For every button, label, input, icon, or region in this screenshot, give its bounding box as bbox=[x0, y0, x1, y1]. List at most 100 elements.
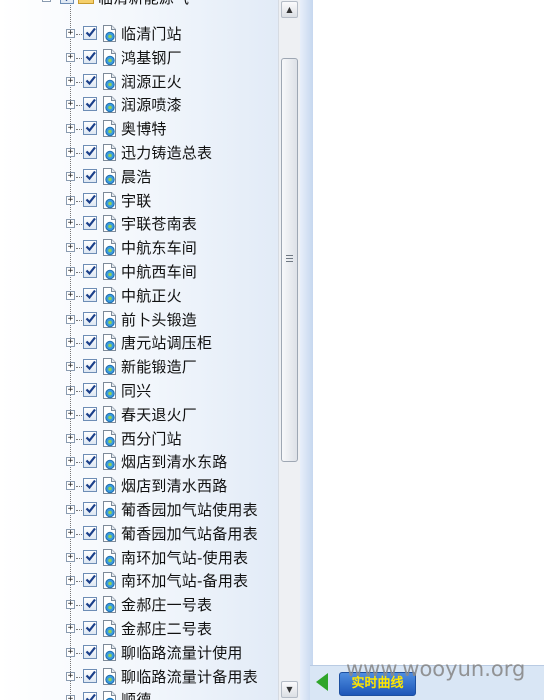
node-checkbox[interactable] bbox=[83, 430, 97, 445]
node-checkbox[interactable] bbox=[83, 406, 97, 421]
tree-item[interactable]: + 临清门站 bbox=[0, 22, 280, 46]
tree-item[interactable]: + 南环加气站-使用表 bbox=[0, 546, 280, 570]
vertical-scrollbar[interactable]: ▲ ▼ bbox=[278, 0, 300, 700]
tree-connector bbox=[76, 605, 82, 607]
expand-icon[interactable]: + bbox=[66, 195, 75, 205]
node-checkbox[interactable] bbox=[83, 621, 97, 635]
tree-item[interactable]: + 中航东车间 bbox=[0, 236, 280, 260]
node-checkbox[interactable] bbox=[83, 644, 97, 659]
tree-item[interactable]: + 中航正火 bbox=[0, 284, 280, 308]
expand-icon[interactable]: + bbox=[66, 29, 75, 38]
expand-icon[interactable]: + bbox=[66, 338, 75, 348]
scroll-thumb[interactable] bbox=[281, 58, 298, 462]
tree-item[interactable]: + 迅力铸造总表 bbox=[0, 141, 280, 165]
tree-item[interactable]: + 顺德 bbox=[0, 688, 280, 700]
scroll-up-button[interactable]: ▲ bbox=[281, 1, 298, 18]
node-checkbox[interactable] bbox=[83, 240, 97, 255]
node-checkbox[interactable] bbox=[83, 597, 97, 612]
node-checkbox[interactable] bbox=[83, 549, 97, 564]
tree-item[interactable]: + 宇联苍南表 bbox=[0, 212, 280, 236]
tree-item[interactable]: + 南环加气站-备用表 bbox=[0, 569, 280, 593]
tree-item[interactable]: + 烟店到清水西路 bbox=[0, 474, 280, 498]
tree-item[interactable]: + 金郝庄一号表 bbox=[0, 593, 280, 617]
expand-icon[interactable]: + bbox=[66, 362, 75, 372]
expand-icon[interactable]: + bbox=[66, 52, 75, 62]
expand-icon[interactable]: + bbox=[66, 600, 75, 610]
tree-item[interactable]: + 金郝庄二号表 bbox=[0, 617, 280, 641]
tree-item[interactable]: + 聊临路流量计备用表 bbox=[0, 665, 280, 689]
expand-icon[interactable]: + bbox=[66, 219, 75, 229]
tree-item-label: 奥博特 bbox=[121, 120, 167, 139]
node-checkbox[interactable] bbox=[83, 668, 97, 683]
expand-icon[interactable]: + bbox=[66, 457, 75, 467]
expand-icon[interactable]: + bbox=[66, 624, 75, 633]
expand-icon[interactable]: + bbox=[66, 290, 75, 300]
expand-icon[interactable]: + bbox=[66, 386, 75, 395]
node-checkbox[interactable] bbox=[83, 97, 97, 112]
tree-item[interactable]: + 唐元站调压柜 bbox=[0, 331, 280, 355]
tree-item[interactable]: + 奥博特 bbox=[0, 117, 280, 141]
tree-item[interactable]: + 西分门站 bbox=[0, 427, 280, 451]
meter-page-icon bbox=[103, 167, 116, 185]
tree-item[interactable]: + 同兴 bbox=[0, 379, 280, 403]
expand-icon[interactable]: + bbox=[66, 148, 75, 157]
expand-icon[interactable]: + bbox=[66, 433, 75, 443]
node-checkbox[interactable] bbox=[83, 525, 97, 540]
expand-icon[interactable]: + bbox=[66, 552, 75, 562]
node-checkbox[interactable] bbox=[83, 145, 97, 159]
node-checkbox[interactable] bbox=[83, 49, 97, 64]
scroll-down-button[interactable]: ▼ bbox=[281, 681, 298, 698]
node-checkbox[interactable] bbox=[83, 311, 97, 326]
tree-item[interactable]: + 晨浩 bbox=[0, 165, 280, 189]
tree-node-parent[interactable]: − 临清新能源气 bbox=[0, 0, 280, 10]
node-checkbox[interactable] bbox=[83, 383, 97, 397]
tree-connector bbox=[76, 391, 82, 392]
expand-icon[interactable]: + bbox=[66, 267, 75, 276]
tree-item[interactable]: + 烟店到清水东路 bbox=[0, 450, 280, 474]
expand-icon[interactable]: + bbox=[66, 171, 75, 181]
node-checkbox[interactable] bbox=[83, 502, 97, 516]
node-checkbox[interactable] bbox=[83, 121, 97, 136]
tree-item[interactable]: + 鸿基钢厂 bbox=[0, 46, 280, 70]
node-checkbox[interactable] bbox=[83, 73, 97, 88]
tree-item[interactable]: + 前卜头锻造 bbox=[0, 308, 280, 332]
node-checkbox[interactable] bbox=[83, 216, 97, 231]
tree-item[interactable]: + 聊临路流量计使用 bbox=[0, 641, 280, 665]
node-checkbox[interactable] bbox=[83, 454, 97, 469]
node-checkbox[interactable] bbox=[83, 26, 97, 40]
node-checkbox[interactable] bbox=[60, 0, 74, 4]
node-checkbox[interactable] bbox=[83, 192, 97, 207]
expand-icon[interactable]: + bbox=[66, 100, 75, 110]
tree-item[interactable]: + 中航西车间 bbox=[0, 260, 280, 284]
expand-icon[interactable]: + bbox=[66, 576, 75, 586]
node-checkbox[interactable] bbox=[83, 573, 97, 588]
expand-icon[interactable]: + bbox=[66, 528, 75, 538]
expand-icon[interactable]: + bbox=[66, 695, 75, 700]
expand-icon[interactable]: + bbox=[66, 76, 75, 86]
tree-item[interactable]: + 葡香园加气站使用表 bbox=[0, 498, 280, 522]
tree-item[interactable]: + 润源正火 bbox=[0, 70, 280, 94]
expand-icon[interactable]: + bbox=[66, 314, 75, 324]
node-checkbox[interactable] bbox=[83, 359, 97, 374]
expand-icon[interactable]: + bbox=[66, 671, 75, 681]
node-checkbox[interactable] bbox=[83, 287, 97, 302]
expand-icon[interactable]: + bbox=[66, 124, 75, 134]
node-checkbox[interactable] bbox=[83, 264, 97, 278]
node-checkbox[interactable] bbox=[83, 692, 97, 700]
tree-item[interactable]: + 新能锻造厂 bbox=[0, 355, 280, 379]
back-arrow-icon[interactable] bbox=[316, 673, 328, 691]
node-checkbox[interactable] bbox=[83, 478, 97, 493]
expand-icon[interactable]: + bbox=[66, 647, 75, 657]
node-checkbox[interactable] bbox=[83, 335, 97, 350]
tree-item[interactable]: + 春天退火厂 bbox=[0, 403, 280, 427]
tree-item[interactable]: + 润源喷漆 bbox=[0, 93, 280, 117]
expand-icon[interactable]: + bbox=[66, 505, 75, 514]
node-checkbox[interactable] bbox=[83, 168, 97, 183]
tree-item[interactable]: + 宇联 bbox=[0, 189, 280, 213]
tree-item-label: 烟店到清水西路 bbox=[121, 477, 228, 496]
expand-icon[interactable]: + bbox=[66, 481, 75, 491]
expand-icon[interactable]: + bbox=[66, 409, 75, 419]
expand-icon[interactable]: + bbox=[66, 243, 75, 253]
collapse-icon[interactable]: − bbox=[42, 0, 51, 2]
tree-item[interactable]: + 葡香园加气站备用表 bbox=[0, 522, 280, 546]
